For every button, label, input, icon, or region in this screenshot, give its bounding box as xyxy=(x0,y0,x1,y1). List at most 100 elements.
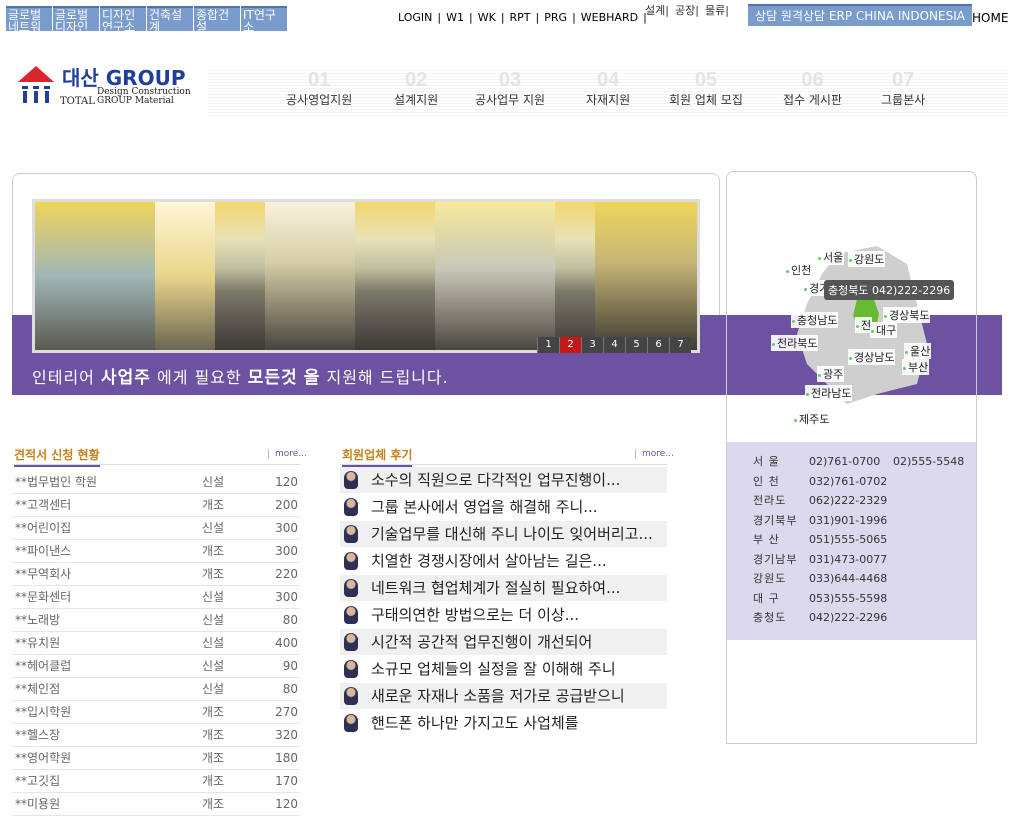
contact-region: 서 울 xyxy=(753,455,780,468)
banner-page-2[interactable]: 2 xyxy=(559,337,581,353)
map-city-gwangju[interactable]: 광주 xyxy=(817,366,845,382)
table-row[interactable]: **입시학원 개조 270 xyxy=(12,701,300,724)
banner-page-6[interactable]: 6 xyxy=(647,337,669,353)
table-row[interactable]: **헤어클럽 신설 90 xyxy=(12,655,300,678)
estimate-kind: 신설 xyxy=(202,475,225,489)
map-city-daegu[interactable]: 대구 xyxy=(870,322,898,338)
map-city-gyeongnam[interactable]: 경상남도 xyxy=(848,349,896,365)
contact-tel: 032)761-0702 xyxy=(809,474,888,488)
list-item[interactable]: 핸드폰 하나만 가지고도 사업체를 xyxy=(340,710,667,736)
map-city-jeju[interactable]: 제주도 xyxy=(793,411,831,427)
table-row[interactable]: **문화센터 신설 300 xyxy=(12,586,300,609)
table-row[interactable]: **법무법인 학원 신설 120 xyxy=(12,471,300,494)
list-item[interactable]: 기술업무를 대신해 주니 나이도 잊어버리고... xyxy=(340,521,667,547)
banner-page-4[interactable]: 4 xyxy=(603,337,625,353)
estimate-name: **법무법인 학원 xyxy=(15,475,98,489)
wk-link[interactable]: WK xyxy=(478,11,496,24)
map-city-chungnam[interactable]: 충청남도 xyxy=(791,312,839,328)
main-banner: 1 2 3 4 5 6 7 인테리어 사업주 에게 필요한 모든것 을 지원해 … xyxy=(12,173,1002,423)
table-row[interactable]: **영어학원 개조 180 xyxy=(12,747,300,770)
banner-slogan: 인테리어 사업주 에게 필요한 모든것 을 지원해 드립니다. xyxy=(32,363,449,388)
design-link[interactable]: 설계| xyxy=(645,5,675,16)
map-city-incheon[interactable]: 인천 xyxy=(785,262,813,278)
contact-tel: 051)555-5065 xyxy=(809,533,888,546)
map-city-gyeongbuk[interactable]: 경상북도 xyxy=(883,307,931,323)
estimate-kind: 개조 xyxy=(202,751,225,765)
contact-tel: 042)222-2296 xyxy=(809,611,888,624)
estimate-kind: 신설 xyxy=(202,636,225,650)
list-item[interactable]: 새로운 자재나 소품을 저가로 공급받으니 xyxy=(340,683,667,709)
estimate-more-link[interactable]: more... xyxy=(268,449,307,459)
map-city-ulsan[interactable]: 울산 xyxy=(904,343,932,359)
nav-item-member-recruit[interactable]: 05 회원 업체 모집 xyxy=(669,70,743,108)
site-link-construction[interactable]: 종합건설 xyxy=(194,6,240,31)
contact-tel: 062)222-2329 xyxy=(809,494,888,507)
estimate-kind: 신설 xyxy=(202,659,225,673)
nav-label: 공사업무 지원 xyxy=(475,93,546,107)
estimate-area: 300 xyxy=(275,521,298,535)
list-item[interactable]: 구태의연한 방법으로는 더 이상... xyxy=(340,602,667,628)
contact-row: 강원도 033)644-4468 xyxy=(727,569,976,589)
list-item[interactable]: 네트워크 협업체계가 절실히 필요하여... xyxy=(340,575,667,601)
nav-item-headquarters[interactable]: 07 그룹본사 xyxy=(881,70,925,108)
consult-links-bar[interactable]: 상담 원격상담 ERP CHINA INDONESIA xyxy=(748,4,972,26)
table-row[interactable]: **노래방 신설 80 xyxy=(12,609,300,632)
site-link-architecture[interactable]: 건축설계 xyxy=(147,6,193,31)
reviews-more-link[interactable]: more... xyxy=(635,449,674,459)
site-link-global-design[interactable]: 글로벌디자인그룹 xyxy=(53,6,99,31)
avatar-icon xyxy=(344,714,358,732)
rpt-link[interactable]: RPT xyxy=(510,11,531,24)
avatar-icon xyxy=(344,579,358,597)
estimate-area: 300 xyxy=(275,544,298,558)
table-row[interactable]: **미용원 개조 120 xyxy=(12,793,300,816)
login-link[interactable]: LOGIN xyxy=(398,11,432,24)
nav-item-material-support[interactable]: 04 자재지원 xyxy=(586,70,630,108)
table-row[interactable]: **파이낸스 개조 300 xyxy=(12,540,300,563)
prg-link[interactable]: PRG xyxy=(544,11,567,24)
avatar-icon xyxy=(344,687,358,705)
map-city-busan[interactable]: 부산 xyxy=(902,359,930,375)
banner-page-7[interactable]: 7 xyxy=(669,337,691,353)
map-city-jeonnam[interactable]: 전라남도 xyxy=(805,385,853,401)
table-row[interactable]: **고깃집 개조 170 xyxy=(12,770,300,793)
office-photo xyxy=(32,199,700,353)
nav-item-design-support[interactable]: 02 설계지원 xyxy=(394,70,438,108)
table-row[interactable]: **무역회사 개조 220 xyxy=(12,563,300,586)
contact-row: 경기북부 031)901-1996 xyxy=(727,511,976,531)
contact-row: 부 산 051)555-5065 xyxy=(727,530,976,550)
nav-item-board[interactable]: 06 접수 게시판 xyxy=(783,70,842,108)
banner-page-1[interactable]: 1 xyxy=(537,337,559,353)
list-item[interactable]: 시간적 공간적 업무진행이 개선되어 xyxy=(340,629,667,655)
estimate-area: 80 xyxy=(282,613,298,627)
factory-link[interactable]: 공장| xyxy=(675,5,705,16)
nav-item-work-support[interactable]: 03 공사업무 지원 xyxy=(475,70,545,108)
table-row[interactable]: **체인점 신설 80 xyxy=(12,678,300,701)
banner-page-5[interactable]: 5 xyxy=(625,337,647,353)
table-row[interactable]: **유치원 신설 400 xyxy=(12,632,300,655)
home-link[interactable]: HOME xyxy=(972,11,1008,25)
logistics-link[interactable]: 물류| xyxy=(705,5,735,16)
map-city-seoul[interactable]: 서울 xyxy=(817,249,845,265)
w1-link[interactable]: W1 xyxy=(446,11,464,24)
site-link-global-network[interactable]: 글로벌네트워크 xyxy=(6,6,52,31)
list-item[interactable]: 소규모 업체들의 실정을 잘 이해해 주니 xyxy=(340,656,667,682)
list-item[interactable]: 치열한 경쟁시장에서 살아남는 길은... xyxy=(340,548,667,574)
site-logo[interactable]: 대산 GROUP TOTAL Design Construction GROUP… xyxy=(18,62,208,122)
site-link-it-lab[interactable]: IT연구소 xyxy=(241,6,287,31)
table-row[interactable]: **어린이집 신설 300 xyxy=(12,517,300,540)
webhard-link[interactable]: WEBHARD xyxy=(581,11,638,24)
map-city-gangwon[interactable]: 강원도 xyxy=(848,251,886,267)
estimate-area: 90 xyxy=(282,659,298,673)
banner-page-3[interactable]: 3 xyxy=(581,337,603,353)
list-item[interactable]: 그룹 본사에서 영업을 해결해 주니... xyxy=(340,494,667,520)
slogan-bold: 을 xyxy=(303,368,321,388)
nav-item-sales-support[interactable]: 01 공사영업지원 xyxy=(286,70,352,108)
site-link-design-lab[interactable]: 디자인연구소 xyxy=(100,6,146,31)
table-row[interactable]: **고객센터 개조 200 xyxy=(12,494,300,517)
map-city-jeonbuk[interactable]: 전라북도 xyxy=(771,335,819,351)
contact-region: 전라도 xyxy=(753,494,787,507)
estimate-kind: 신설 xyxy=(202,590,225,604)
estimate-kind: 개조 xyxy=(202,705,225,719)
list-item[interactable]: 소수의 직원으로 다각적인 업무진행이... xyxy=(340,467,667,493)
table-row[interactable]: **헬스장 개조 320 xyxy=(12,724,300,747)
